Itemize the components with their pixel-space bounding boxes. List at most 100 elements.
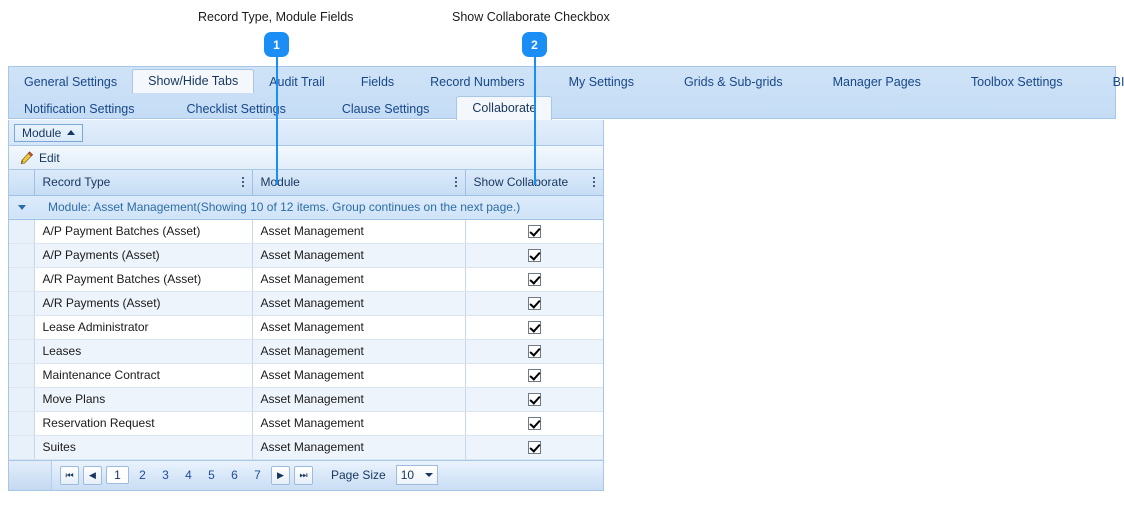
pager-page-3[interactable]: 3 — [156, 468, 175, 482]
callout-badge-1: 1 — [264, 32, 289, 57]
tab-label: Toolbox Settings — [970, 75, 1063, 89]
tab-bi-reporting[interactable]: BI Reporting — [1098, 71, 1124, 93]
group-by-chip-module[interactable]: Module — [14, 123, 84, 142]
pager-indent-spacer — [9, 460, 52, 490]
pager-page-2[interactable]: 2 — [133, 468, 152, 482]
table-row[interactable]: Reservation Request Asset Management — [9, 411, 603, 436]
pager-next-button[interactable]: ▶ — [271, 465, 290, 485]
column-header-module-label: Module — [260, 175, 300, 190]
cell-module: Asset Management — [252, 291, 466, 316]
column-menu-record-type-icon[interactable] — [232, 177, 244, 188]
show-collaborate-checkbox[interactable] — [527, 417, 541, 431]
column-menu-module-icon[interactable] — [445, 177, 457, 188]
pager-page-6[interactable]: 6 — [225, 468, 244, 482]
page-size-value: 10 — [400, 468, 415, 482]
pager-last-button[interactable]: ⏭ — [294, 465, 313, 485]
chevron-down-icon — [17, 204, 26, 210]
table-row[interactable]: A/P Payments (Asset) Asset Management — [9, 243, 603, 268]
row-indent-cell — [9, 243, 35, 268]
tab-audit-trail[interactable]: Audit Trail — [254, 71, 340, 93]
tab-fields[interactable]: Fields — [346, 71, 409, 93]
show-collaborate-checkbox[interactable] — [527, 321, 541, 335]
tab-label: My Settings — [568, 75, 634, 89]
show-collaborate-checkbox[interactable] — [527, 273, 541, 287]
tab-label: Notification Settings — [24, 102, 135, 116]
collaborate-grid: Record Type Module Show Collaborate Modu… — [9, 170, 603, 460]
show-collaborate-checkbox[interactable] — [527, 393, 541, 407]
tab-label: Clause Settings — [341, 102, 430, 116]
group-header-row[interactable]: Module: Asset Management(Showing 10 of 1… — [9, 195, 603, 220]
column-header-record-type[interactable]: Record Type — [34, 170, 253, 196]
edit-button[interactable]: Edit — [19, 151, 60, 165]
tab-label: Show/Hide Tabs — [148, 74, 239, 88]
column-menu-show-collaborate-icon[interactable] — [583, 177, 595, 188]
pager-page-5[interactable]: 5 — [202, 468, 221, 482]
group-indent-header — [9, 170, 35, 196]
tab-grids-sub-grids[interactable]: Grids & Sub-grids — [669, 71, 798, 93]
show-collaborate-checkbox[interactable] — [527, 249, 541, 263]
tab-record-numbers[interactable]: Record Numbers — [415, 71, 539, 93]
tab-notification-settings[interactable]: Notification Settings — [9, 98, 149, 120]
tab-label: Collaborate — [472, 101, 537, 115]
show-collaborate-checkbox[interactable] — [527, 369, 541, 383]
cell-module: Asset Management — [252, 339, 466, 364]
pencil-icon — [19, 150, 34, 165]
cell-record-type: Leases — [34, 339, 253, 364]
table-row[interactable]: A/R Payments (Asset) Asset Management — [9, 291, 603, 316]
row-indent-cell — [9, 291, 35, 316]
cell-show-collaborate — [465, 243, 603, 268]
row-indent-cell — [9, 315, 35, 340]
cell-record-type: Move Plans — [34, 387, 253, 412]
table-row[interactable]: Leases Asset Management — [9, 339, 603, 364]
tab-general-settings[interactable]: General Settings — [9, 71, 132, 93]
show-collaborate-checkbox[interactable] — [527, 225, 541, 239]
cell-show-collaborate — [465, 267, 603, 292]
cell-show-collaborate — [465, 411, 603, 436]
page-size-select[interactable]: 10 — [395, 465, 438, 485]
tab-show-hide-tabs[interactable]: Show/Hide Tabs — [132, 69, 255, 93]
pager-page-1[interactable]: 1 — [106, 466, 129, 484]
tab-label: Manager Pages — [832, 75, 921, 89]
tab-label: General Settings — [24, 75, 118, 89]
column-header-show-collaborate-label: Show Collaborate — [473, 175, 569, 190]
callout-label-2: Show Collaborate Checkbox — [452, 10, 610, 24]
table-row[interactable]: A/P Payment Batches (Asset) Asset Managem… — [9, 219, 603, 244]
callout-leader-line-2 — [534, 57, 536, 185]
tab-label: Checklist Settings — [186, 102, 286, 116]
group-collapse-toggle[interactable] — [9, 204, 34, 210]
tab-checklist-settings[interactable]: Checklist Settings — [171, 98, 300, 120]
cell-record-type: A/P Payment Batches (Asset) — [34, 219, 253, 244]
group-header-cell: Module: Asset Management(Showing 10 of 1… — [9, 195, 603, 220]
row-indent-cell — [9, 339, 35, 364]
table-row[interactable]: Lease Administrator Asset Management — [9, 315, 603, 340]
show-collaborate-checkbox[interactable] — [527, 345, 541, 359]
column-header-record-type-label: Record Type — [42, 175, 111, 190]
cell-module: Asset Management — [252, 363, 466, 388]
pager-page-4[interactable]: 4 — [179, 468, 198, 482]
grid-pager: ⏮ ◀ 1 2 3 4 5 6 7 ▶ ⏭ Page Size 10 — [9, 459, 603, 490]
table-row[interactable]: Suites Asset Management — [9, 435, 603, 460]
pager-prev-button[interactable]: ◀ — [83, 465, 102, 485]
cell-module: Asset Management — [252, 387, 466, 412]
tab-clause-settings[interactable]: Clause Settings — [327, 98, 445, 120]
show-collaborate-checkbox[interactable] — [527, 297, 541, 311]
tab-my-settings[interactable]: My Settings — [554, 71, 649, 93]
cell-module: Asset Management — [252, 411, 466, 436]
tab-collaborate[interactable]: Collaborate — [456, 96, 553, 120]
tab-label: Fields — [360, 75, 395, 89]
tab-label: Record Numbers — [430, 75, 525, 89]
table-row[interactable]: Move Plans Asset Management — [9, 387, 603, 412]
sort-ascending-icon[interactable] — [67, 130, 76, 135]
cell-module: Asset Management — [252, 243, 466, 268]
table-row[interactable]: A/R Payment Batches (Asset) Asset Managem… — [9, 267, 603, 292]
tab-toolbox-settings[interactable]: Toolbox Settings — [956, 71, 1078, 93]
pager-page-7[interactable]: 7 — [248, 468, 267, 482]
show-collaborate-checkbox[interactable] — [527, 441, 541, 455]
pager-first-button[interactable]: ⏮ — [60, 465, 79, 485]
tab-label: BI Reporting — [1112, 75, 1124, 89]
table-row[interactable]: Maintenance Contract Asset Management — [9, 363, 603, 388]
callout-label-1: Record Type, Module Fields — [198, 10, 354, 24]
column-header-module[interactable]: Module — [252, 170, 466, 196]
tab-manager-pages[interactable]: Manager Pages — [818, 71, 936, 93]
pager-controls: ⏮ ◀ 1 2 3 4 5 6 7 ▶ ⏭ Page Size 10 — [52, 465, 438, 485]
